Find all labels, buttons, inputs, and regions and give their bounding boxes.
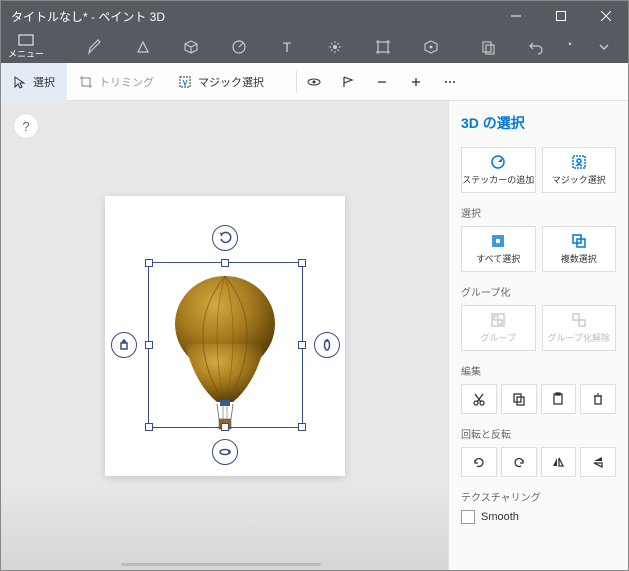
maximize-button[interactable] (538, 1, 583, 31)
panel-title: 3D の選択 (461, 113, 616, 133)
rotate-handle-right[interactable] (314, 332, 340, 358)
window-controls (493, 1, 628, 31)
crop-tool[interactable]: トリミング (67, 63, 166, 101)
section-select-label: 選択 (461, 205, 616, 220)
magic-select-button[interactable]: マジック選択 (542, 147, 617, 193)
resize-handle-bl[interactable] (145, 423, 153, 431)
menu-button[interactable]: メニュー (1, 31, 51, 63)
paste-icon[interactable] (464, 31, 512, 63)
canvas-icon[interactable] (359, 31, 407, 63)
select-all-button[interactable]: すべて選択 (461, 226, 536, 272)
3d-library-icon[interactable] (407, 31, 455, 63)
multi-select-button[interactable]: 複数選択 (542, 226, 617, 272)
main-area: ? (1, 101, 628, 570)
ungroup-button: グループ化解除 (542, 305, 617, 351)
close-button[interactable] (583, 1, 628, 31)
select-tool[interactable]: 選択 (1, 63, 67, 101)
smooth-label: Smooth (481, 511, 519, 523)
section-texture-label: テクスチャリング (461, 489, 616, 504)
magic-label: マジック選択 (198, 74, 264, 90)
chevron-down-icon[interactable] (580, 31, 628, 63)
canvas[interactable] (105, 196, 345, 476)
zoom-in-icon[interactable] (399, 63, 433, 101)
copy-button[interactable] (501, 384, 537, 414)
flip-horizontal-button[interactable] (541, 447, 577, 477)
smooth-checkbox-row[interactable]: Smooth (461, 510, 616, 524)
smooth-checkbox[interactable] (461, 510, 475, 524)
undo-icon[interactable] (512, 31, 560, 63)
scrollbar-horizontal[interactable] (121, 563, 321, 566)
help-button[interactable]: ? (13, 113, 39, 139)
rotate-handle-bottom[interactable] (212, 439, 238, 465)
stickers-icon[interactable] (215, 31, 263, 63)
dropdown-icon[interactable] (560, 31, 580, 63)
svg-text:T: T (283, 39, 292, 55)
paste-button[interactable] (541, 384, 577, 414)
flag-icon[interactable] (331, 63, 365, 101)
rotate-handle-top[interactable] (212, 225, 238, 251)
secondary-toolbar: 選択 トリミング マジック選択 (1, 63, 628, 101)
minimize-button[interactable] (493, 1, 538, 31)
side-panel: 3D の選択 ステッカーの追加 マジック選択 選択 すべて選択 (448, 101, 628, 570)
section-edit-label: 編集 (461, 363, 616, 378)
selection-box[interactable] (148, 262, 303, 428)
resize-handle-br[interactable] (298, 423, 306, 431)
canvas-area[interactable]: ? (1, 101, 448, 570)
effects-icon[interactable] (311, 31, 359, 63)
select-label: 選択 (33, 74, 55, 90)
resize-handle-l[interactable] (145, 341, 153, 349)
crop-label: トリミング (99, 74, 154, 90)
resize-handle-b[interactable] (221, 423, 229, 431)
text-icon[interactable]: T (263, 31, 311, 63)
zoom-out-icon[interactable] (365, 63, 399, 101)
resize-handle-r[interactable] (298, 341, 306, 349)
magic-select-tool[interactable]: マジック選択 (166, 63, 276, 101)
more-icon[interactable] (433, 63, 467, 101)
3d-shapes-icon[interactable] (167, 31, 215, 63)
view-3d-icon[interactable] (297, 63, 331, 101)
z-handle-left[interactable] (111, 332, 137, 358)
delete-button[interactable] (580, 384, 616, 414)
group-button: グループ (461, 305, 536, 351)
section-rotate-label: 回転と反転 (461, 426, 616, 441)
2d-shapes-icon[interactable] (119, 31, 167, 63)
menu-label: メニュー (8, 47, 44, 60)
add-sticker-button[interactable]: ステッカーの追加 (461, 147, 536, 193)
resize-handle-tl[interactable] (145, 259, 153, 267)
ground-shadow (1, 480, 448, 570)
window-title: タイトルなし* - ペイント 3D (11, 8, 165, 25)
flip-vertical-button[interactable] (580, 447, 616, 477)
resize-handle-t[interactable] (221, 259, 229, 267)
main-toolbar: メニュー T (1, 31, 628, 63)
resize-handle-tr[interactable] (298, 259, 306, 267)
section-group-label: グループ化 (461, 284, 616, 299)
app-window: タイトルなし* - ペイント 3D メニュー T (0, 0, 629, 571)
rotate-right-button[interactable] (501, 447, 537, 477)
cut-button[interactable] (461, 384, 497, 414)
titlebar: タイトルなし* - ペイント 3D (1, 1, 628, 31)
brush-icon[interactable] (71, 31, 119, 63)
rotate-left-button[interactable] (461, 447, 497, 477)
